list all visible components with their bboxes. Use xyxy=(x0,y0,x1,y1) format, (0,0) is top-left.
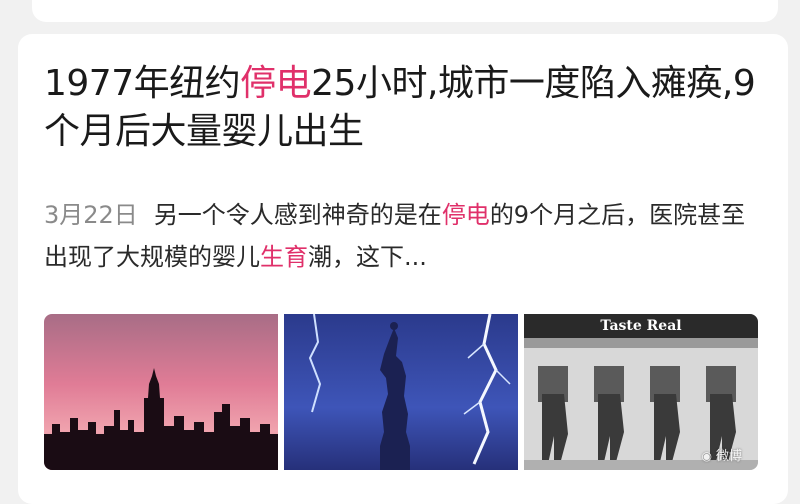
watermark-text: 微博 xyxy=(715,449,742,464)
statue-of-liberty-lightning-thumbnail[interactable] xyxy=(284,314,518,470)
summary-highlight: 停电 xyxy=(441,201,490,229)
article-title[interactable]: 1977年纽约停电25小时,城市一度陷入瘫痪,9个月后大量婴儿出生 xyxy=(44,60,764,156)
weibo-icon: ◉ xyxy=(701,449,712,463)
taste-real-label: Taste Real xyxy=(600,318,682,334)
taste-real-thumbnail[interactable]: Taste Real ◉ 微博 xyxy=(524,314,758,470)
title-part: 1977年纽约 xyxy=(44,63,241,104)
summary-part: 潮，这下... xyxy=(308,243,427,271)
summary-highlight: 生育 xyxy=(260,243,308,271)
thumbnail-row: Taste Real ◉ 微博 xyxy=(44,314,758,470)
city-skyline-thumbnail[interactable] xyxy=(44,314,278,470)
title-highlight: 停电 xyxy=(240,63,312,104)
previous-card xyxy=(32,0,778,22)
article-summary[interactable]: 3月22日 另一个令人感到神奇的是在停电的9个月之后，医院甚至出现了大规模的婴儿生… xyxy=(44,194,754,278)
summary-part: 另一个令人感到神奇的是在 xyxy=(153,201,442,229)
watermark: ◉ 微博 xyxy=(702,445,743,464)
article-date: 3月22日 xyxy=(44,201,138,229)
